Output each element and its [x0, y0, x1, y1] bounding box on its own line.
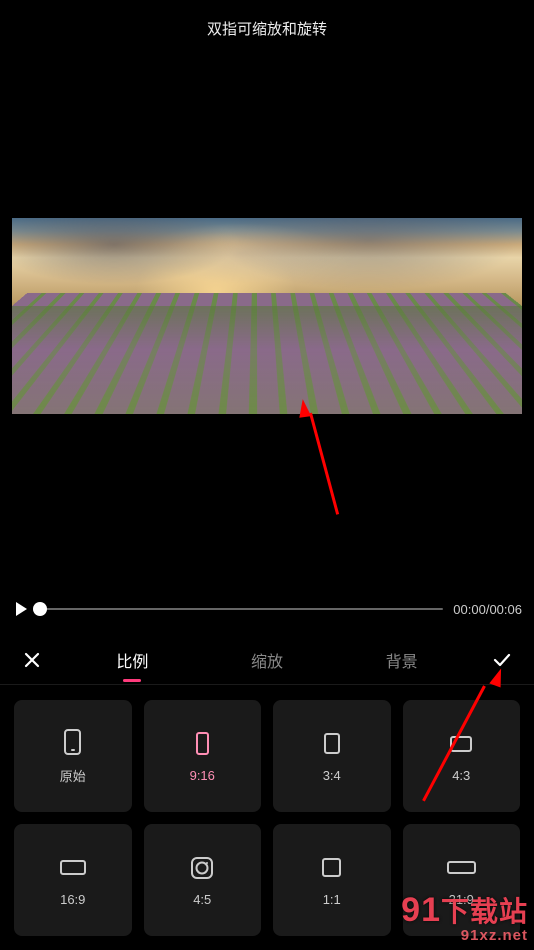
- ratio-label: 原始: [60, 766, 86, 785]
- ratio-label: 21:9: [449, 892, 474, 907]
- ratio-4-3[interactable]: 4:3: [403, 700, 521, 812]
- hint-text: 双指可缩放和旋转: [0, 18, 534, 39]
- phone-icon: [64, 728, 81, 756]
- tab-background[interactable]: 背景: [386, 642, 418, 678]
- ratio-3-4[interactable]: 3:4: [273, 700, 391, 812]
- play-button[interactable]: [12, 600, 30, 618]
- instagram-icon: [191, 854, 213, 882]
- rect-21-9-icon: [447, 854, 476, 882]
- progress-bar[interactable]: [40, 608, 443, 610]
- ratio-9-16[interactable]: 9:16: [144, 700, 262, 812]
- ratio-1-1[interactable]: 1:1: [273, 824, 391, 936]
- ratio-label: 3:4: [323, 768, 341, 783]
- rect-1-1-icon: [322, 854, 341, 882]
- ratio-label: 4:3: [452, 768, 470, 783]
- time-display: 00:00/00:06: [453, 602, 522, 617]
- ratio-4-5[interactable]: 4:5: [144, 824, 262, 936]
- play-icon: [12, 600, 30, 618]
- rect-9-16-icon: [196, 730, 209, 758]
- ratio-label: 4:5: [193, 892, 211, 907]
- ratio-label: 16:9: [60, 892, 85, 907]
- ratio-label: 1:1: [323, 892, 341, 907]
- confirm-button[interactable]: [484, 648, 520, 672]
- ratio-16-9[interactable]: 16:9: [14, 824, 132, 936]
- rect-3-4-icon: [324, 730, 340, 758]
- progress-thumb[interactable]: [33, 602, 47, 616]
- rect-4-3-icon: [450, 730, 472, 758]
- playback-bar: 00:00/00:06: [12, 595, 522, 623]
- ratio-original[interactable]: 原始: [14, 700, 132, 812]
- tab-zoom[interactable]: 缩放: [251, 642, 283, 678]
- check-icon: [490, 648, 514, 672]
- close-icon: [22, 650, 42, 670]
- close-button[interactable]: [14, 650, 50, 670]
- ratio-label: 9:16: [190, 768, 215, 783]
- video-preview[interactable]: [12, 46, 522, 586]
- tab-ratio[interactable]: 比例: [116, 642, 148, 678]
- rect-16-9-icon: [60, 854, 86, 882]
- ratio-21-9[interactable]: 21:9: [403, 824, 521, 936]
- ratio-grid: 原始 9:16 3:4 4:3 16:9 4:5 1:1 21:9: [14, 700, 520, 936]
- preview-image: [12, 218, 522, 414]
- tabs-bar: 比例 缩放 背景: [0, 635, 534, 685]
